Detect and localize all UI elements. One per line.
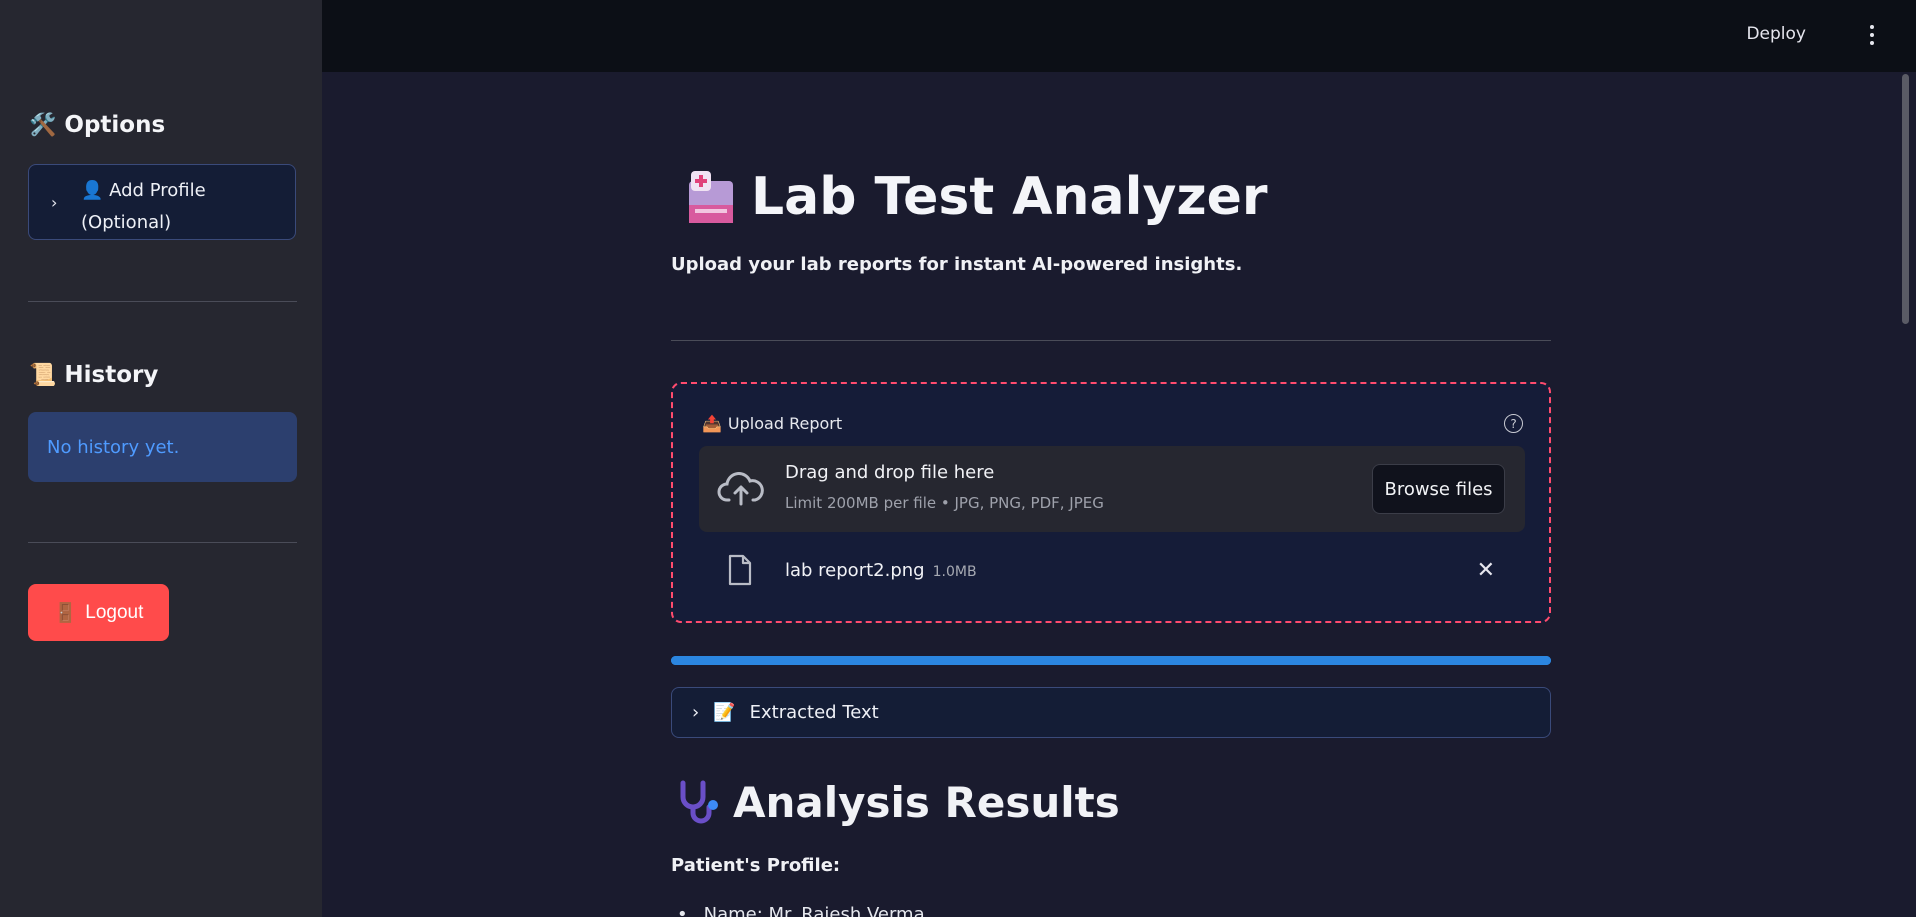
remove-file-icon[interactable]: ✕ bbox=[1477, 558, 1495, 583]
options-title: Options bbox=[64, 112, 166, 138]
options-heading: 🛠️ Options bbox=[29, 112, 165, 138]
logout-label: Logout bbox=[85, 601, 144, 623]
extracted-text-expander[interactable]: › 📝 Extracted Text bbox=[671, 687, 1551, 738]
outbox-icon: 📤 bbox=[702, 414, 722, 433]
scroll-icon: 📜 bbox=[29, 362, 57, 388]
progress-bar bbox=[671, 656, 1551, 665]
extracted-text-label: Extracted Text bbox=[749, 702, 879, 723]
chevron-right-icon: › bbox=[51, 193, 58, 212]
analysis-title: Analysis Results bbox=[733, 778, 1120, 827]
list-item: • Name: Mr. Rajesh Verma bbox=[677, 904, 925, 917]
top-bar: Deploy bbox=[322, 0, 1916, 72]
patient-profile-label: Patient's Profile: bbox=[671, 855, 841, 876]
file-dropzone[interactable]: Drag and drop file here Limit 200MB per … bbox=[699, 446, 1525, 532]
add-profile-label: 👤 Add Profile (Optional) bbox=[81, 180, 206, 233]
bullet-dot: • bbox=[677, 904, 688, 917]
upload-label: 📤 Upload Report bbox=[702, 414, 843, 433]
sidebar: 🛠️ Options › 👤 Add Profile (Optional) 📜 … bbox=[0, 0, 322, 917]
stethoscope-icon bbox=[680, 780, 718, 823]
deploy-button[interactable]: Deploy bbox=[1746, 24, 1806, 44]
help-icon[interactable]: ? bbox=[1504, 414, 1523, 433]
page-subtitle: Upload your lab reports for instant AI-p… bbox=[671, 254, 1243, 275]
sidebar-divider-2 bbox=[28, 542, 297, 543]
chevron-right-icon: › bbox=[692, 702, 700, 723]
file-size: 1.0MB bbox=[932, 564, 977, 580]
uploaded-file-row: lab report2.png 1.0MB ✕ bbox=[699, 544, 1525, 604]
sidebar-divider bbox=[28, 301, 297, 302]
dropzone-title: Drag and drop file here bbox=[785, 462, 995, 483]
cloud-upload-icon bbox=[717, 472, 764, 506]
analysis-heading: Analysis Results bbox=[677, 778, 1120, 827]
history-empty-info: No history yet. bbox=[28, 412, 297, 482]
file-icon bbox=[728, 554, 752, 586]
page-title-row: Lab Test Analyzer bbox=[685, 167, 1268, 227]
upload-section: 📤 Upload Report ? Drag and drop file her… bbox=[671, 382, 1551, 623]
main-divider bbox=[671, 340, 1551, 341]
browse-files-button[interactable]: Browse files bbox=[1372, 464, 1505, 514]
progress-fill bbox=[671, 656, 1551, 665]
dropzone-limit: Limit 200MB per file • JPG, PNG, PDF, JP… bbox=[785, 494, 1104, 512]
file-name: lab report2.png 1.0MB bbox=[785, 560, 977, 581]
door-icon: 🚪 bbox=[53, 602, 78, 624]
history-title: History bbox=[64, 362, 159, 388]
memo-icon: 📝 bbox=[713, 702, 736, 723]
more-menu-icon[interactable] bbox=[1866, 22, 1878, 48]
logout-button[interactable]: 🚪 Logout bbox=[28, 584, 169, 641]
tools-icon: 🛠️ bbox=[29, 112, 57, 138]
page-title: Lab Test Analyzer bbox=[751, 167, 1268, 227]
add-profile-expander[interactable]: › 👤 Add Profile (Optional) bbox=[28, 164, 296, 240]
hospital-icon bbox=[689, 171, 733, 223]
scrollbar-thumb[interactable] bbox=[1902, 74, 1909, 324]
history-heading: 📜 History bbox=[29, 362, 158, 388]
